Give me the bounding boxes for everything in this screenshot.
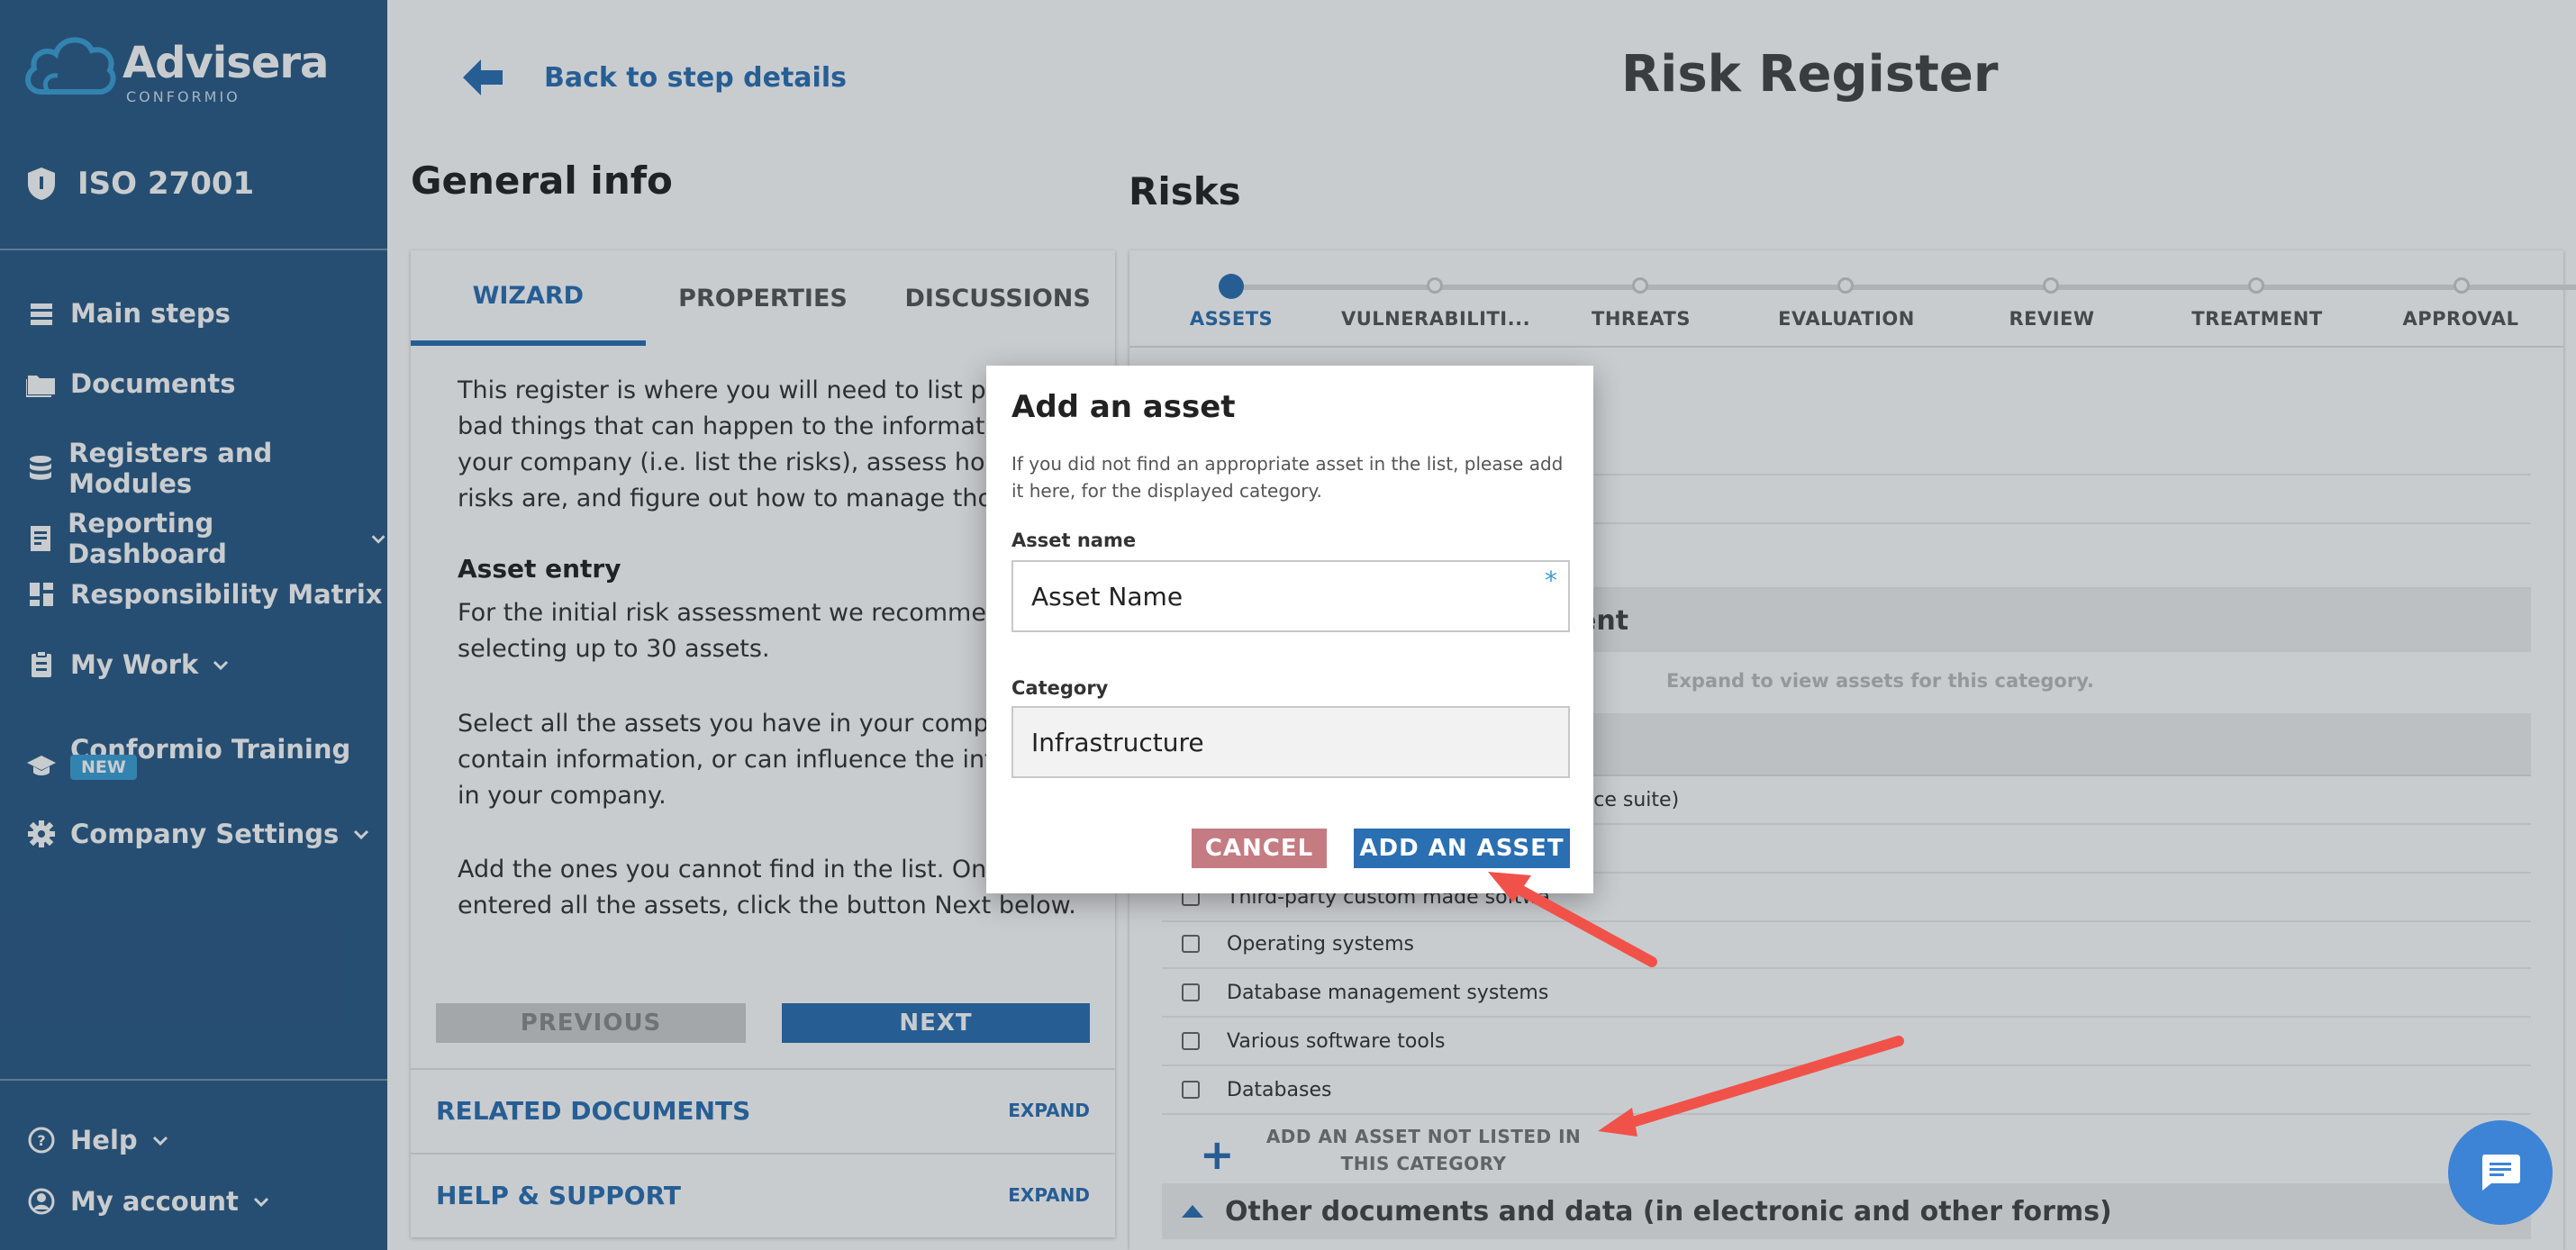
asset-name-value: Asset Name bbox=[1031, 581, 1184, 611]
category-label: Category bbox=[1011, 677, 1109, 699]
asset-name-label: Asset name bbox=[1011, 530, 1137, 551]
cancel-button[interactable]: CANCEL bbox=[1192, 829, 1327, 868]
add-asset-dialog: Add an asset If you did not find an appr… bbox=[986, 366, 1593, 893]
asset-name-input[interactable]: Asset Name * bbox=[1011, 560, 1570, 632]
required-marker: * bbox=[1545, 566, 1557, 595]
category-field: Infrastructure bbox=[1011, 706, 1570, 778]
chat-button[interactable] bbox=[2448, 1120, 2553, 1225]
add-asset-button[interactable]: ADD AN ASSET bbox=[1354, 829, 1570, 868]
dialog-description: If you did not find an appropriate asset… bbox=[1011, 453, 1564, 502]
chat-bubble-icon bbox=[2482, 1155, 2520, 1191]
dialog-title: Add an asset bbox=[1011, 389, 1236, 425]
category-value: Infrastructure bbox=[1031, 727, 1204, 757]
